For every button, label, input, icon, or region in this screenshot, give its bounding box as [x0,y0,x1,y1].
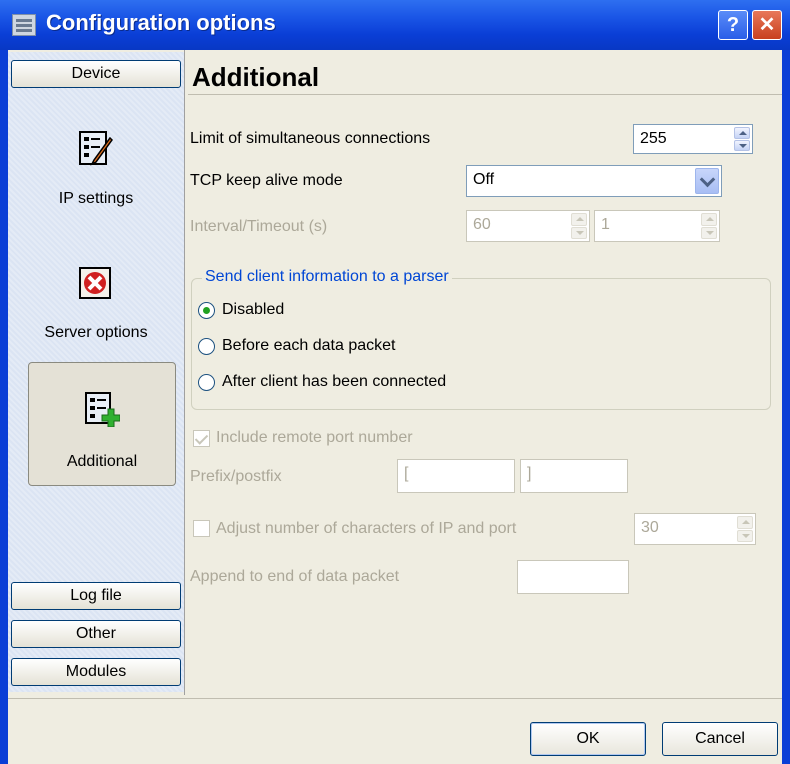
footer-divider [8,698,782,699]
prefix-input[interactable]: [ [397,459,515,493]
prefix-postfix-label: Prefix/postfix [190,468,282,485]
postfix-input[interactable]: ] [520,459,628,493]
spin-up-icon[interactable] [734,127,750,139]
include-port-checkbox[interactable] [193,430,210,447]
adjust-characters-checkbox[interactable] [193,520,210,537]
device-category-button[interactable]: Device [11,60,181,88]
keepalive-mode-label: TCP keep alive mode [190,172,343,189]
radio-after-connected[interactable] [198,374,215,391]
timeout-stepper[interactable]: 1 [594,210,720,242]
interval-timeout-label: Interval/Timeout (s) [190,218,328,235]
close-button[interactable]: ✕ [752,10,782,40]
sidebar-item-server-options[interactable]: Server options [8,248,184,368]
postfix-value: ] [527,465,532,482]
limit-connections-label: Limit of simultaneous connections [190,130,431,147]
spin-buttons[interactable] [734,127,750,151]
interval-stepper[interactable]: 60 [466,210,590,242]
radio-before-each-packet[interactable] [198,338,215,355]
sidebar-divider [184,50,185,695]
cancel-button[interactable]: Cancel [662,722,778,756]
spin-up-icon[interactable] [701,213,717,226]
limit-connections-stepper[interactable]: 255 [633,124,753,154]
spin-up-icon[interactable] [571,213,587,226]
keepalive-mode-value: Off [473,171,495,188]
modules-category-button[interactable]: Modules [11,658,181,686]
timeout-value: 1 [601,216,610,233]
spin-down-icon[interactable] [734,139,750,151]
spin-buttons[interactable] [571,213,587,239]
interval-value: 60 [473,216,491,233]
append-end-label: Append to end of data packet [190,568,400,585]
sidebar-item-label: Server options [44,324,148,341]
page-title: Additional [192,62,320,92]
radio-after-label[interactable]: After client has been connected [222,373,446,391]
adjust-characters-label: Adjust number of characters of IP and po… [216,520,517,537]
spin-buttons[interactable] [701,213,717,239]
spin-buttons[interactable] [737,516,753,542]
red-x-icon [79,267,111,299]
heading-divider [188,94,782,95]
spin-down-icon[interactable] [701,226,717,239]
radio-disabled[interactable] [198,302,215,319]
spin-up-icon[interactable] [737,516,753,529]
prefix-value: [ [404,465,409,482]
checklist-pen-icon [79,131,113,166]
other-category-button[interactable]: Other [11,620,181,648]
log-file-category-button[interactable]: Log file [11,582,181,610]
help-button[interactable]: ? [718,10,748,40]
adjust-characters-value: 30 [641,519,659,536]
sidebar-item-ip-settings[interactable]: IP settings [8,112,184,232]
sidebar-item-label: IP settings [58,190,134,207]
window-title: Configuration options [46,10,276,35]
limit-connections-value: 255 [640,130,667,147]
spin-down-icon[interactable] [571,226,587,239]
chevron-down-icon[interactable] [695,168,719,194]
category-sidebar: Device IP settings Server options Additi… [8,52,184,692]
title-bar: Configuration options ? ✕ [0,0,790,50]
keepalive-mode-select[interactable]: Off [466,165,722,197]
dialog-body: Device IP settings Server options Additi… [8,50,782,764]
sidebar-item-label: Additional [66,453,138,470]
parser-group-title: Send client information to a parser [202,268,452,286]
ok-button[interactable]: OK [530,722,646,756]
sidebar-item-additional[interactable]: Additional [28,362,176,486]
app-icon [12,14,36,36]
radio-disabled-label[interactable]: Disabled [222,301,284,319]
dialog-window: Configuration options ? ✕ Device IP sett… [0,0,790,764]
include-port-label: Include remote port number [216,429,413,446]
spin-down-icon[interactable] [737,529,753,542]
append-end-input[interactable] [517,560,629,594]
radio-before-label[interactable]: Before each data packet [222,337,395,355]
checklist-plus-icon [85,392,120,427]
adjust-characters-stepper[interactable]: 30 [634,513,756,545]
